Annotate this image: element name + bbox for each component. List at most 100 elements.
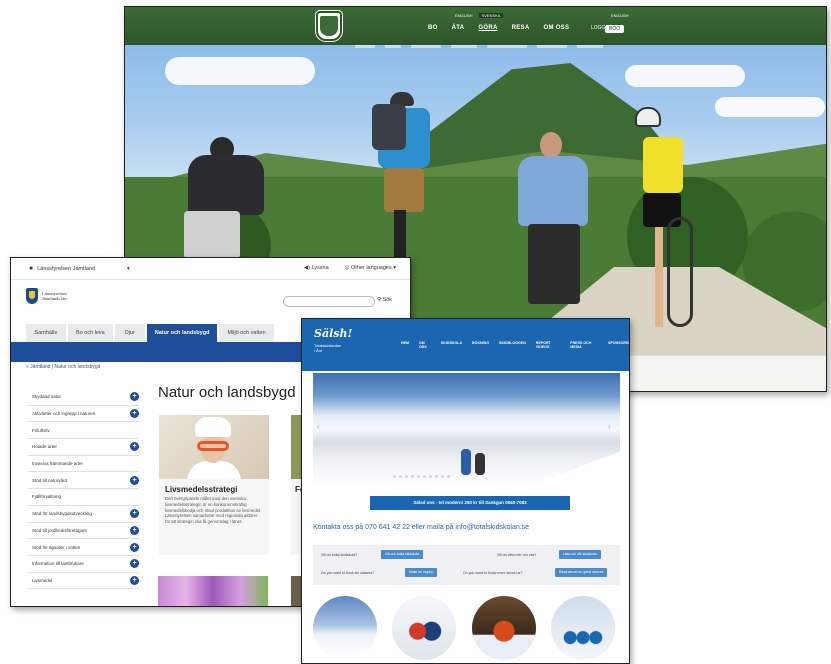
expand-plus-icon[interactable]: + <box>130 475 139 485</box>
sub-menu-item[interactable] <box>385 45 401 48</box>
sidebar-item-label: Stöd för ägarder i vatten <box>32 544 81 550</box>
main-menu: HEM OM OSS SKIDSKOLA BOKNING SKIDBLOGGEN REPO… <box>401 341 629 349</box>
sidebar-item[interactable]: Stöd till naturvård + <box>28 472 139 490</box>
slider-dot[interactable] <box>435 475 438 478</box>
logo-subtitle: Totalskidskolan i Åre <box>314 343 341 353</box>
expand-plus-icon[interactable]: + <box>130 542 139 552</box>
sidebar-item[interactable]: Skyddad natur + <box>28 389 139 406</box>
slider-dot[interactable] <box>393 475 396 478</box>
cta-question: Vill du boka skidskola? <box>321 553 358 557</box>
sub-menu-item[interactable] <box>355 45 375 48</box>
menu-item-ata[interactable]: ÄTA <box>452 25 465 31</box>
sidebar-item[interactable]: Livsmedel + <box>28 573 139 590</box>
expand-plus-icon[interactable]: + <box>130 525 139 535</box>
languages-button[interactable]: ◎ Other languages ▾ <box>345 265 396 271</box>
slider-dot[interactable] <box>429 475 432 478</box>
listen-button[interactable]: ◀) Lyssna <box>304 265 329 271</box>
slider-dot[interactable] <box>405 475 408 478</box>
slider-dot[interactable] <box>441 475 444 478</box>
account-select[interactable]: BOO <box>605 25 625 33</box>
sidebar-item[interactable]: Invasiva främmande arter <box>28 456 139 473</box>
sidebar-item[interactable]: Stöd för landsbygdsutveckling + <box>28 506 139 523</box>
article-card[interactable]: Livsmedelsstrategi Den övergripande måle… <box>159 415 269 555</box>
slider-dot[interactable] <box>417 475 420 478</box>
expand-plus-icon[interactable]: + <box>130 442 139 452</box>
slider-dot[interactable] <box>399 475 402 478</box>
sidebar-item[interactable]: Information till lantbrukare + <box>28 556 139 573</box>
menu-item[interactable]: SKIDSKOLA <box>441 341 462 349</box>
sub-menu-item[interactable] <box>451 45 477 48</box>
slider-next-icon[interactable]: › <box>608 423 616 431</box>
top-navigation: ENGLISH SVENSKA BO ÄTA GÖRA RESA OM OSS … <box>125 7 826 45</box>
gallery-photo[interactable] <box>392 596 456 660</box>
slider-dot[interactable] <box>423 475 426 478</box>
sidebar-item[interactable]: Stöd för ägarder i vatten + <box>28 539 139 556</box>
site-logo[interactable]: Länsstyrelsen Jämtlands län <box>26 288 67 304</box>
sub-menu-item[interactable] <box>537 45 567 48</box>
sub-menu <box>355 45 603 48</box>
tab-natur-och-landsbygd[interactable]: Natur och landsbygd <box>146 324 218 342</box>
cloud <box>625 65 745 87</box>
cta-question: Do you want to book ski classes? <box>321 571 375 575</box>
breadcrumb: « Jämtland | Natur och landsbygd <box>26 364 101 370</box>
sidebar-item[interactable]: Aktiviteter och ingrepp i naturen + <box>28 406 139 423</box>
sidebar-item-label: Information till lantbrukare <box>32 561 84 567</box>
site-logo[interactable] <box>316 11 342 41</box>
search-button[interactable]: ⚲ Sök <box>377 297 392 303</box>
sidebar-item[interactable]: Hotade arter + <box>28 439 139 456</box>
sub-menu-item[interactable] <box>577 45 603 48</box>
menu-item[interactable]: PRESS OCH MEDIA <box>570 341 598 349</box>
menu-item[interactable]: SKIDBLOGGEN <box>499 341 526 349</box>
sidebar-item[interactable]: Fjällförvaltning <box>28 489 139 506</box>
chevron-down-icon: ▾ <box>393 265 396 271</box>
read-about-button[interactable]: Läsa om vår skidskola <box>559 550 601 559</box>
sub-menu-item[interactable] <box>411 45 441 48</box>
read-classes-button[interactable]: Read about our great classes <box>555 568 608 577</box>
menu-item[interactable]: SPONSORER <box>608 341 629 349</box>
menu-item-om-oss[interactable]: OM OSS <box>543 25 569 31</box>
sub-menu-item[interactable] <box>487 45 527 48</box>
slider-dot[interactable] <box>411 475 414 478</box>
expand-plus-icon[interactable]: + <box>130 559 139 569</box>
menu-item[interactable]: OM OSS <box>419 341 431 349</box>
make-inquiry-button[interactable]: Make an inquiry <box>405 568 437 577</box>
gallery-photo[interactable] <box>313 596 377 660</box>
search-button-label: Sök <box>382 297 393 303</box>
site-logo[interactable]: Sälsh! <box>314 327 352 340</box>
sidebar-item[interactable]: Stöd till jordbruksföretagare + <box>28 523 139 540</box>
main-menu: BO ÄTA GÖRA RESA OM OSS <box>428 25 569 31</box>
tab-miljo-och-vatten[interactable]: Miljö och vatten <box>219 324 274 342</box>
expand-plus-icon[interactable]: + <box>130 575 139 585</box>
menu-item[interactable]: REPORT VIDEOS <box>536 341 560 349</box>
gallery-photo[interactable] <box>551 596 615 660</box>
search-input[interactable] <box>283 296 375 307</box>
menu-item[interactable]: BOKNING <box>472 341 489 349</box>
breadcrumb-home[interactable]: « Jämtland <box>26 364 50 370</box>
slider-dot[interactable] <box>447 475 450 478</box>
ski-school-window: Sälsh! Totalskidskolan i Åre HEM OM OSS SK… <box>301 318 630 664</box>
menu-item[interactable]: HEM <box>401 341 409 349</box>
logo-sub-line-2: i Åre <box>314 348 323 354</box>
card-text: Den övergripande målet med den svenska l… <box>165 496 262 525</box>
location-selector[interactable]: ● Länsstyrelsen Jämtland ▾ <box>29 265 130 272</box>
tab-djur[interactable]: Djur <box>114 324 145 342</box>
menu-item-bo[interactable]: BO <box>428 25 438 31</box>
tab-samhalle[interactable]: Samhälle <box>26 324 66 342</box>
lang-english[interactable]: ENGLISH <box>455 13 473 18</box>
expand-plus-icon[interactable]: + <box>130 409 139 419</box>
slider-prev-icon[interactable]: ‹ <box>317 423 325 431</box>
globe-icon: ◎ <box>344 265 350 271</box>
gallery-photo[interactable] <box>472 596 536 660</box>
expand-plus-icon[interactable]: + <box>130 392 139 402</box>
sidebar-item[interactable]: Friluftsliv <box>28 422 139 440</box>
tab-bo-och-leva[interactable]: Bo och leva <box>68 324 113 342</box>
book-ski-school-button[interactable]: Gå och boka skidskola <box>381 550 424 559</box>
cloud <box>715 97 825 117</box>
menu-item-gora[interactable]: GÖRA <box>478 25 497 31</box>
menu-item-resa[interactable]: RESA <box>512 25 530 31</box>
lang-svenska[interactable]: SVENSKA <box>478 13 504 18</box>
lang-english-right[interactable]: ENGLISH <box>611 13 629 18</box>
promo-ribbon: Sälsd ons - tel modern! 250 kr till Sank… <box>370 496 570 510</box>
expand-plus-icon[interactable]: + <box>130 509 139 519</box>
speaker-icon: ◀) <box>303 265 310 271</box>
